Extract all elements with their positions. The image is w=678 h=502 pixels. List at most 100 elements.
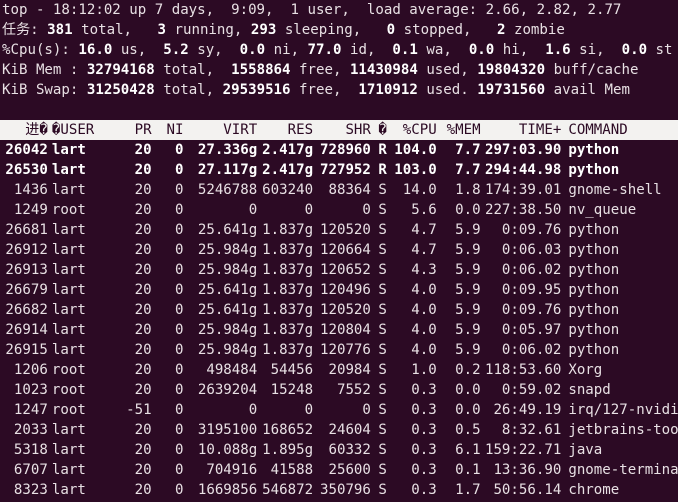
tasks-label: 任务: — [2, 22, 48, 38]
process-pid: 2033 — [13, 422, 48, 438]
process-state: S — [378, 222, 387, 238]
process-command: nv_queue — [568, 202, 637, 218]
col-virt-header: VIRT — [223, 122, 258, 138]
terminal-window[interactable]: top - 18:12:02 up 7 days, 9:09, 1 user, … — [0, 0, 678, 502]
process-mem-percent: 1.7 — [455, 482, 481, 498]
process-res: 168652 — [262, 422, 314, 438]
process-res: 2.417g — [262, 142, 314, 158]
process-state: S — [378, 442, 387, 458]
process-cpu-percent: 0.3 — [411, 422, 437, 438]
process-mem-percent: 5.9 — [455, 322, 481, 338]
tasks-total-label: total, — [72, 22, 158, 38]
process-res: 41588 — [270, 462, 314, 478]
cpu-hi: 0.0 — [468, 42, 495, 58]
process-command: java — [568, 442, 603, 458]
process-pid: 26679 — [5, 282, 48, 298]
process-command: jetbrains-toolb — [568, 422, 678, 438]
process-nice: 0 — [174, 342, 184, 358]
process-pid: 26914 — [5, 322, 48, 338]
swap-avail-label: avail Mem — [545, 82, 630, 98]
swap-used-label: used. — [417, 82, 478, 98]
mem-used: 11430984 — [349, 62, 418, 78]
col-res-header: RES — [287, 122, 314, 138]
process-priority: -51 — [126, 402, 152, 418]
process-nice: 0 — [174, 262, 184, 278]
process-cpu-percent: 0.3 — [411, 482, 437, 498]
process-user: lart — [51, 322, 86, 338]
process-cpu-percent: 4.0 — [411, 302, 437, 318]
process-cpu-percent: 103.0 — [394, 162, 437, 178]
process-command: irq/127-nvidia — [568, 402, 678, 418]
process-cpu-time: 294:44.98 — [484, 162, 562, 178]
cpu-sy-label: sy, — [188, 42, 240, 58]
process-priority: 20 — [134, 462, 152, 478]
process-pid: 6707 — [13, 462, 48, 478]
process-cpu-percent: 1.0 — [411, 362, 437, 378]
cpu-st-label: st — [647, 42, 673, 58]
process-priority: 20 — [134, 322, 152, 338]
cpu-wa: 0.1 — [392, 42, 418, 58]
swap-free-label: free, — [290, 82, 359, 98]
process-pid: 26042 — [5, 142, 48, 158]
process-state: S — [378, 342, 387, 358]
process-user: lart — [51, 242, 86, 258]
process-mem-percent: 0.1 — [455, 462, 481, 478]
process-cpu-percent: 14.0 — [402, 182, 437, 198]
process-shr: 120520 — [319, 302, 371, 318]
process-state: S — [378, 362, 387, 378]
process-cpu-time: 159:22.71 — [484, 442, 562, 458]
process-cpu-percent: 4.0 — [411, 342, 437, 358]
process-priority: 20 — [134, 182, 152, 198]
process-cpu-time: 0:06.02 — [501, 342, 562, 358]
process-res: 0 — [304, 402, 314, 418]
col-pid-header: 进� — [25, 122, 48, 138]
process-priority: 20 — [134, 362, 152, 378]
process-res: 1.895g — [262, 442, 314, 458]
swap-free: 29539516 — [222, 82, 291, 98]
process-state: S — [378, 422, 387, 438]
tasks-stopped-label: stopped, — [395, 22, 497, 38]
process-cpu-percent: 0.3 — [411, 462, 437, 478]
cpu-us: 16.0 — [78, 42, 113, 58]
process-cpu-time: 0:05.97 — [501, 322, 562, 338]
process-cpu-percent: 0.3 — [411, 402, 437, 418]
process-pid: 1023 — [13, 382, 48, 398]
process-shr: 60332 — [328, 442, 371, 458]
process-state: S — [378, 402, 387, 418]
process-row: 26042 lart 20 0 27.336g 2.417g 728960 R 104.0 7.7… — [0, 140, 678, 160]
process-mem-percent: 5.9 — [455, 242, 481, 258]
process-user: lart — [51, 442, 86, 458]
cpu-hi-label: hi, — [494, 42, 546, 58]
process-nice: 0 — [174, 222, 184, 238]
tasks-line: 任务: 381 total, 3 running, 293 sleeping, … — [0, 20, 678, 40]
process-state: S — [378, 242, 387, 258]
process-nice: 0 — [174, 202, 184, 218]
process-mem-percent: 7.7 — [455, 142, 481, 158]
process-user: lart — [51, 162, 86, 178]
process-res: 546872 — [262, 482, 314, 498]
process-nice: 0 — [174, 142, 184, 158]
process-cpu-time: 13:36.90 — [493, 462, 562, 478]
process-cpu-time: 26:49.19 — [493, 402, 562, 418]
process-shr: 0 — [362, 202, 371, 218]
process-user: lart — [51, 302, 86, 318]
process-nice: 0 — [174, 242, 184, 258]
process-cpu-percent: 0.3 — [411, 442, 437, 458]
process-virt: 704916 — [206, 462, 258, 478]
process-command: python — [568, 282, 620, 298]
cpu-id: 77.0 — [307, 42, 342, 58]
cpu-wa-label: wa, — [417, 42, 469, 58]
process-row: 26681 lart 20 0 25.641g 1.837g 120520 S 4.7 5.9 0:… — [0, 220, 678, 240]
process-priority: 20 — [134, 382, 152, 398]
cpu-ni: 0.0 — [239, 42, 266, 58]
process-virt: 1669856 — [197, 482, 258, 498]
process-mem-percent: 6.1 — [455, 442, 481, 458]
process-res: 1.837g — [262, 222, 314, 238]
process-res: 1.837g — [262, 262, 314, 278]
process-nice: 0 — [174, 402, 184, 418]
tasks-sleeping-label: sleeping, — [276, 22, 387, 38]
process-priority: 20 — [134, 442, 152, 458]
process-cpu-time: 0:59.02 — [501, 382, 562, 398]
process-shr: 120652 — [319, 262, 371, 278]
process-state: R — [378, 142, 387, 158]
